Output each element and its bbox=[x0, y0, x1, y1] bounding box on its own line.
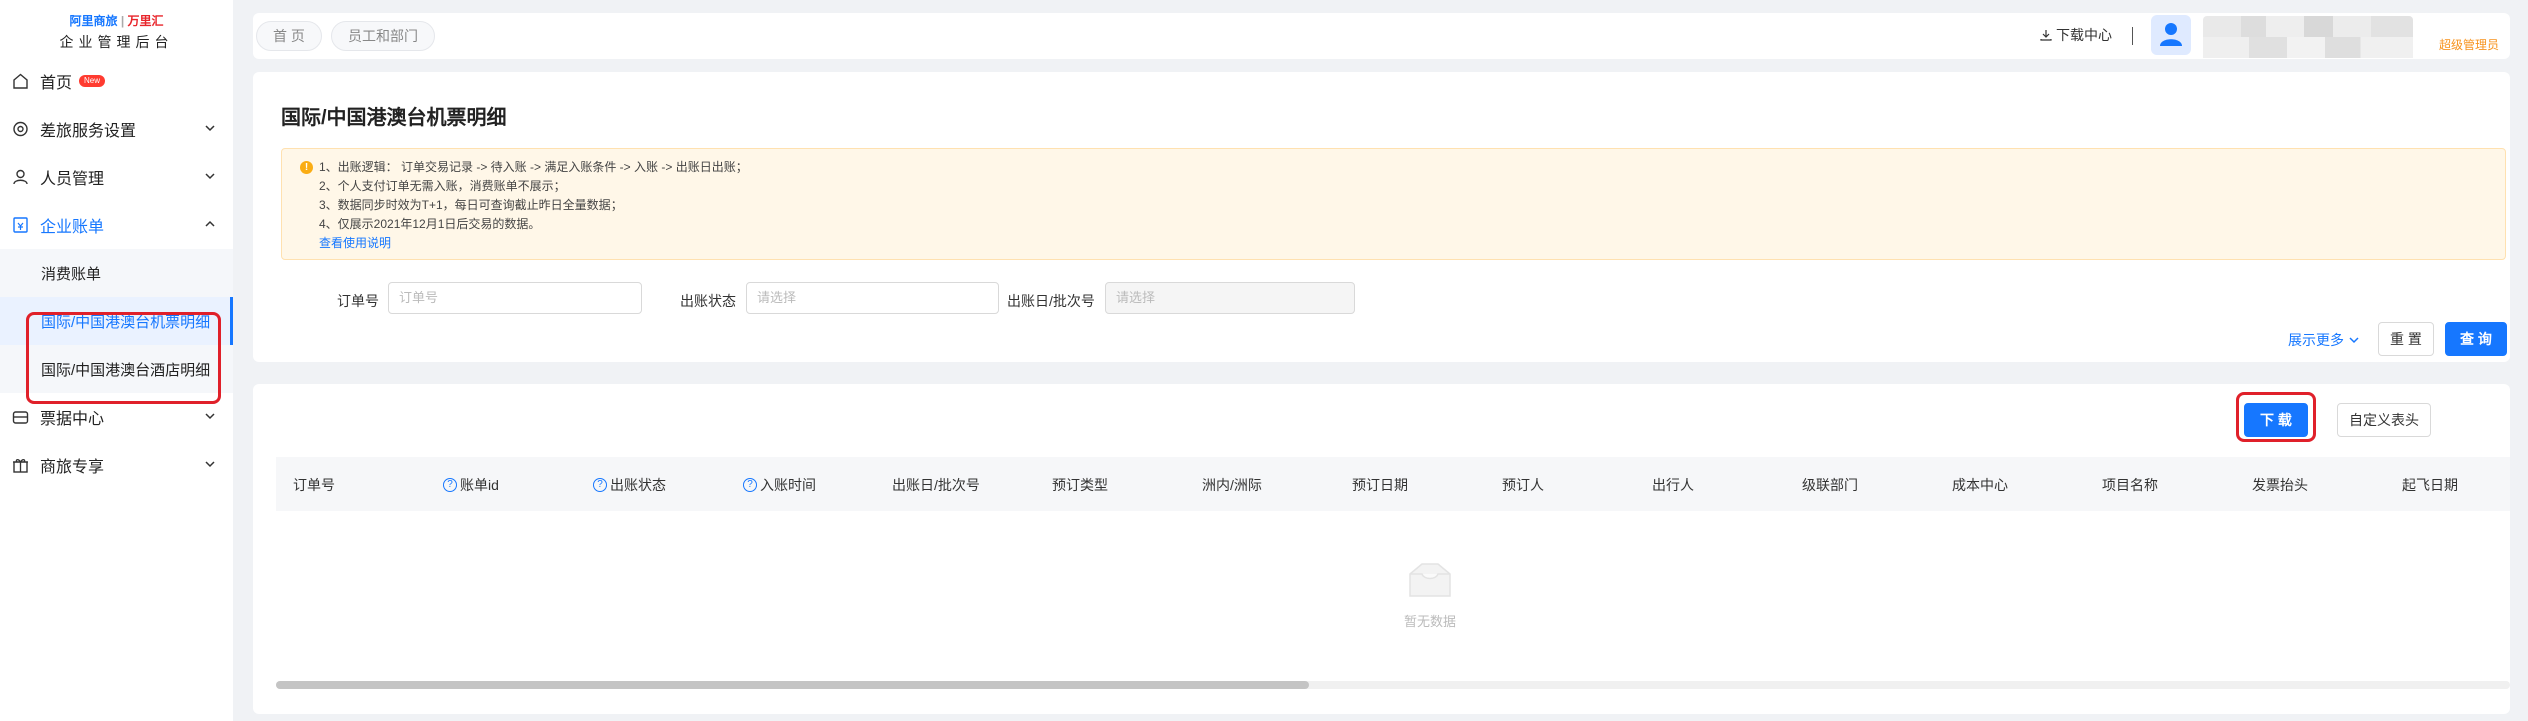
top-bar: 首 页 员工和部门 下载中心 超级管理员 bbox=[253, 13, 2510, 59]
user-icon bbox=[13, 169, 28, 185]
scrollbar-thumb[interactable] bbox=[276, 681, 1309, 689]
chevron-down-icon bbox=[205, 125, 215, 132]
sidebar-item-people[interactable]: 人员管理 bbox=[0, 153, 233, 201]
settings-icon bbox=[13, 121, 28, 137]
sidebar-item-label: 人员管理 bbox=[40, 171, 105, 188]
new-badge: New bbox=[79, 75, 106, 87]
warning-icon: ! bbox=[300, 161, 313, 174]
order-no-label: 订单号 bbox=[337, 293, 379, 309]
notice-line: 3、数据同步时效为T+1，每日可查询截止昨日全量数据； bbox=[319, 198, 623, 212]
column-header: 预订人 bbox=[1502, 477, 1544, 493]
empty-state: 暂无数据 bbox=[1360, 560, 1500, 630]
status-label: 出账状态 bbox=[680, 293, 736, 309]
table-panel: 自定义表头 下 载 订单号 ? 账单id ? 出账状态 ? 入账时间 出账日/批次号 … bbox=[253, 384, 2510, 714]
empty-text: 暂无数据 bbox=[1403, 614, 1456, 629]
avatar[interactable] bbox=[2151, 15, 2191, 55]
sidebar-item-label: 首页 bbox=[40, 75, 73, 92]
column-header: 预订日期 bbox=[1352, 477, 1408, 493]
sidebar-item-home[interactable]: 首页 New bbox=[0, 57, 233, 105]
reset-button[interactable]: 重 置 bbox=[2378, 322, 2434, 356]
column-header: 订单号 bbox=[293, 477, 335, 493]
avatar-user-icon bbox=[2160, 23, 2182, 46]
user-name-blurred bbox=[2203, 16, 2413, 58]
home-icon bbox=[13, 73, 28, 89]
sidebar-item-billing[interactable]: 企业账单 bbox=[0, 201, 233, 249]
help-icon[interactable]: ? bbox=[743, 478, 757, 492]
sidebar-item-label: 差旅服务设置 bbox=[40, 123, 137, 140]
notice-line: 4、仅展示2021年12月1日后交易的数据。 bbox=[319, 217, 541, 231]
highlight-box-sidebar bbox=[26, 312, 221, 404]
sidebar-item-deals[interactable]: 商旅专享 bbox=[0, 441, 233, 489]
status-select[interactable]: 请选择 bbox=[746, 282, 999, 314]
breadcrumb-home[interactable]: 首 页 bbox=[256, 21, 322, 51]
chevron-down-icon bbox=[2349, 337, 2359, 344]
chevron-down-icon bbox=[205, 173, 215, 180]
table-header: 订单号 ? 账单id ? 出账状态 ? 入账时间 出账日/批次号 预订类型 洲内/洲际… bbox=[276, 457, 2510, 511]
help-icon[interactable]: ? bbox=[443, 478, 457, 492]
sidebar-item-label: 商旅专享 bbox=[40, 459, 105, 476]
download-center-label: 下载中心 bbox=[2056, 27, 2112, 43]
download-center-link[interactable]: 下载中心 bbox=[2040, 25, 2112, 45]
sidebar: 阿里商旅 | 万里汇 企业管理后台 首页 New 差旅服务设置 人员管理 企业账… bbox=[0, 0, 233, 721]
logo-subtitle: 企业管理后台 bbox=[59, 34, 174, 50]
horizontal-scrollbar[interactable] bbox=[276, 681, 2510, 689]
show-more-toggle[interactable]: 展示更多 bbox=[2288, 330, 2359, 350]
column-header: 洲内/洲际 bbox=[1202, 477, 1262, 493]
sidebar-item-label: 消费账单 bbox=[41, 265, 102, 283]
notice-line: 2、个人支付订单无需入账，消费账单不展示； bbox=[319, 179, 566, 193]
sidebar-item-travel-settings[interactable]: 差旅服务设置 bbox=[0, 105, 233, 153]
show-more-label: 展示更多 bbox=[2288, 332, 2344, 348]
gift-icon bbox=[13, 459, 28, 473]
batch-label: 出账日/批次号 bbox=[1007, 293, 1095, 309]
column-header: 发票抬头 bbox=[2252, 477, 2308, 493]
download-icon bbox=[2040, 30, 2052, 41]
batch-select[interactable]: 请选择 bbox=[1105, 282, 1355, 314]
logo-brand-right: 万里汇 bbox=[127, 14, 164, 28]
custom-header-button[interactable]: 自定义表头 bbox=[2337, 403, 2431, 437]
query-button[interactable]: 查 询 bbox=[2445, 322, 2507, 356]
column-header: ? 入账时间 bbox=[743, 475, 816, 495]
sidebar-item-label: 票据中心 bbox=[40, 411, 105, 428]
usage-guide-link[interactable]: 查看使用说明 bbox=[319, 234, 748, 253]
column-header: 出账日/批次号 bbox=[892, 477, 980, 493]
column-header: ? 账单id bbox=[443, 475, 499, 495]
order-no-input[interactable]: 订单号 bbox=[388, 282, 642, 314]
column-header: 级联部门 bbox=[1802, 477, 1858, 493]
chevron-down-icon bbox=[205, 413, 215, 420]
column-header: 出行人 bbox=[1652, 477, 1694, 493]
invoice-icon bbox=[12, 411, 29, 424]
highlight-box-download bbox=[2236, 392, 2316, 442]
column-header: 预订类型 bbox=[1052, 477, 1108, 493]
sidebar-item-consumption-bill[interactable]: 消费账单 bbox=[0, 249, 233, 297]
chevron-up-icon bbox=[205, 220, 215, 227]
notice-line: 1、出账逻辑： 订单交易记录 -> 待入账 -> 满足入账条件 -> 入账 ->… bbox=[319, 160, 748, 174]
help-icon[interactable]: ? bbox=[593, 478, 607, 492]
column-header: 项目名称 bbox=[2102, 477, 2158, 493]
column-header: 成本中心 bbox=[1952, 477, 2008, 493]
page-title: 国际/中国港澳台机票明细 bbox=[281, 107, 507, 129]
logo-brand-left: 阿里商旅 bbox=[69, 14, 118, 28]
filter-panel: 国际/中国港澳台机票明细 ! 1、出账逻辑： 订单交易记录 -> 待入账 -> … bbox=[253, 72, 2510, 362]
empty-box-icon bbox=[1409, 563, 1451, 597]
user-role: 超级管理员 bbox=[2439, 38, 2500, 52]
bill-icon bbox=[13, 217, 28, 233]
divider bbox=[2132, 27, 2133, 45]
sidebar-item-label: 企业账单 bbox=[40, 219, 105, 236]
column-header: 起飞日期 bbox=[2402, 477, 2458, 493]
breadcrumb-staff-departments[interactable]: 员工和部门 bbox=[331, 21, 435, 51]
chevron-down-icon bbox=[205, 461, 215, 468]
logo: 阿里商旅 | 万里汇 企业管理后台 bbox=[0, 0, 233, 57]
notice-box: ! 1、出账逻辑： 订单交易记录 -> 待入账 -> 满足入账条件 -> 入账 … bbox=[281, 148, 2506, 260]
column-header: ? 出账状态 bbox=[593, 475, 666, 495]
